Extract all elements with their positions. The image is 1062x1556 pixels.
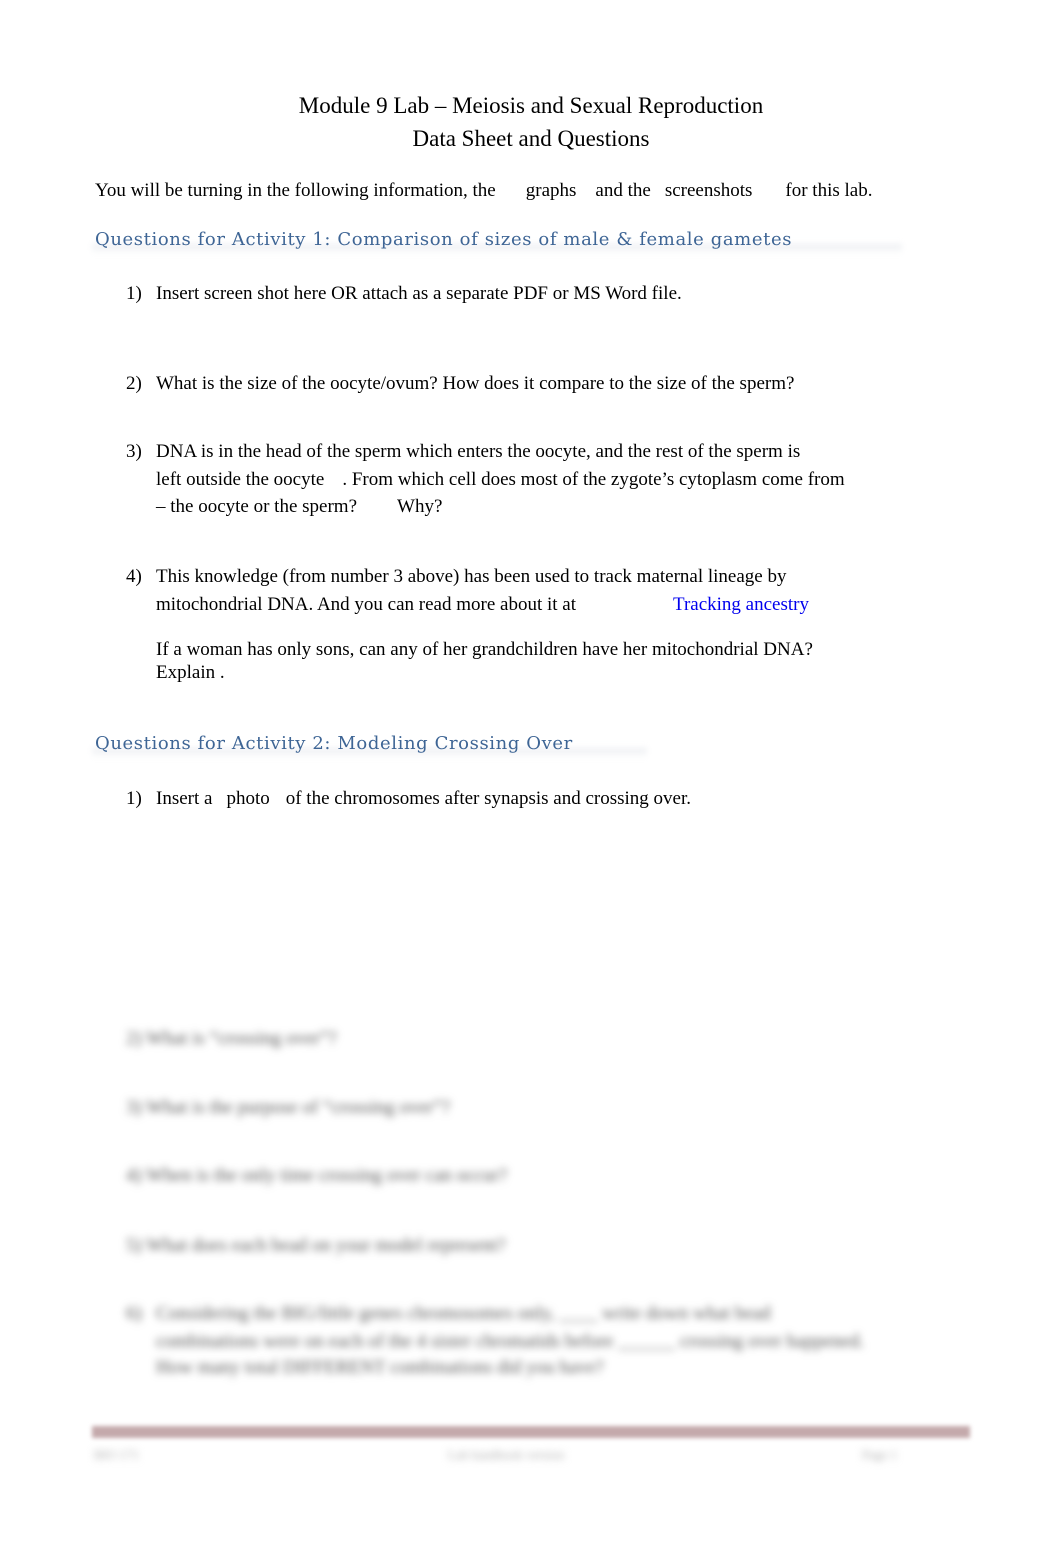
question-number: 2): [126, 373, 142, 394]
question-3-line3: – the oocyte or the sperm? Why?: [156, 496, 443, 517]
blurred-question-6-line3: How many total DIFFERENT combinations di…: [156, 1357, 604, 1378]
blurred-question: 3) What is the purpose of “crossing over…: [126, 1097, 451, 1118]
photo-word: photo: [226, 788, 270, 809]
question-number: 4): [126, 566, 142, 587]
activity2-heading: Questions for Activity 2: Modeling Cross…: [95, 733, 573, 754]
blurred-question: 5) What does each bead on your model rep…: [126, 1235, 506, 1256]
footer-center: Lab handbook version: [448, 1447, 565, 1462]
footer-divider: [92, 1426, 970, 1438]
question-4-line1: This knowledge (from number 3 above) has…: [156, 566, 787, 587]
intro-screenshots: screenshots: [664, 180, 753, 201]
document-title: Module 9 Lab – Meiosis and Sexual Reprod…: [298, 93, 764, 118]
question-1-text: Insert screen shot here OR attach as a s…: [156, 283, 682, 304]
intro-paragraph: You will be turning in the following inf…: [95, 180, 873, 201]
footer-left: BIO 171: [94, 1447, 140, 1462]
blurred-question: 6): [126, 1303, 142, 1324]
tracking-ancestry-link[interactable]: Tracking ancestry: [673, 594, 809, 616]
intro-graphs: graphs: [525, 180, 577, 201]
question-4-line2: mitochondrial DNA. And you can read more…: [156, 594, 577, 615]
question-number: 3): [126, 441, 142, 462]
activity1-heading: Questions for Activity 1: Comparison of …: [95, 229, 793, 250]
question-number: 1): [126, 788, 142, 809]
question-number: 1): [126, 283, 142, 304]
question-4-line4: Explain .: [156, 662, 225, 683]
blurred-question: 4) When is the only time crossing over c…: [126, 1165, 508, 1186]
question-4-line3: If a woman has only sons, can any of her…: [156, 639, 813, 660]
question-3-line2: left outside the oocyte. From which cell…: [156, 469, 845, 490]
activity2-question-1-text: Insert a photo of the chromosomes after sy…: [156, 788, 691, 809]
blurred-question-6-line2: combinations were on each of the 4 siste…: [156, 1331, 865, 1352]
blurred-question-6-line1: Considering the BIG/little genes chromos…: [156, 1303, 771, 1324]
question-3-line1: DNA is in the head of the sperm which en…: [156, 441, 801, 462]
footer-right: Page 1: [862, 1447, 898, 1462]
question-2-text: What is the size of the oocyte/ovum? How…: [156, 373, 795, 394]
document-subtitle: Data Sheet and Questions: [412, 126, 650, 151]
blurred-question: 2) What is “crossing over”?: [126, 1028, 337, 1049]
